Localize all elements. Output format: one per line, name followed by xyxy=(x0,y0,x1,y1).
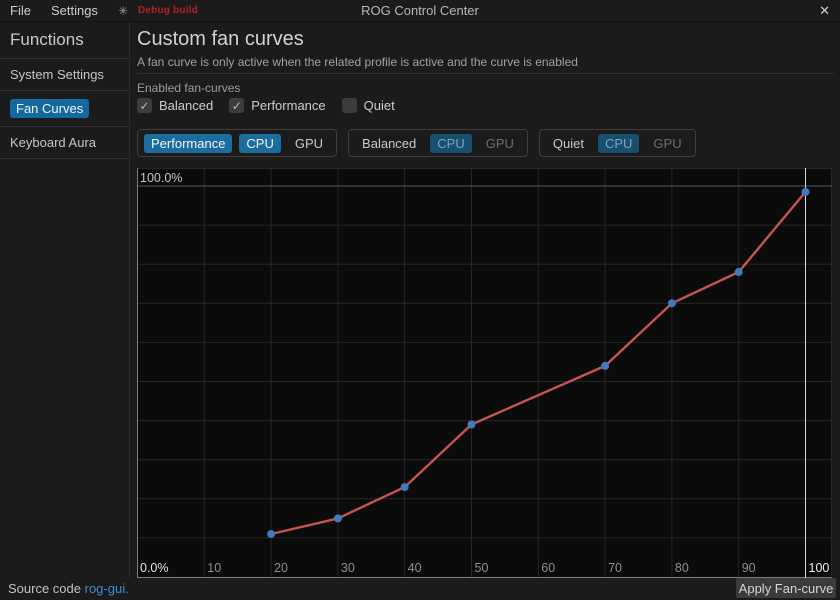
svg-text:70: 70 xyxy=(608,561,622,575)
svg-text:40: 40 xyxy=(408,561,422,575)
curve-point[interactable] xyxy=(401,483,409,491)
fan-curve-tab-row: Performance CPU GPU Balanced CPU GPU Qui… xyxy=(137,129,696,157)
checkbox-checked-icon: ✓ xyxy=(229,98,244,113)
menu-settings[interactable]: Settings xyxy=(41,1,108,20)
curve-point[interactable] xyxy=(468,421,476,429)
profile-tab-performance[interactable]: Performance xyxy=(144,134,232,153)
divider xyxy=(0,158,129,159)
svg-text:100.0%: 100.0% xyxy=(140,171,182,185)
fan-tab-quiet-gpu[interactable]: GPU xyxy=(646,134,688,153)
fan-group-quiet: Quiet CPU GPU xyxy=(539,129,696,157)
fan-curve-chart-svg: 10 20 30 40 50 60 70 80 90 100 100.0% 0.0% xyxy=(137,168,832,578)
fan-tab-balanced-gpu[interactable]: GPU xyxy=(479,134,521,153)
sidebar-header: Functions xyxy=(8,28,121,58)
debug-build-badge: Debug build xyxy=(138,5,198,16)
checkbox-unchecked-icon xyxy=(342,98,357,113)
sidebar: Functions System Settings Fan Curves Key… xyxy=(0,22,130,578)
fan-tab-balanced-cpu[interactable]: CPU xyxy=(430,134,471,153)
sidebar-item-fan-curves[interactable]: Fan Curves xyxy=(8,91,121,126)
sun-icon[interactable]: ✳ xyxy=(108,4,138,18)
fan-tab-quiet-cpu[interactable]: CPU xyxy=(598,134,639,153)
fan-curve-chart[interactable]: 10 20 30 40 50 60 70 80 90 100 100.0% 0.0% xyxy=(137,168,832,578)
fan-group-balanced: Balanced CPU GPU xyxy=(348,129,528,157)
curve-point[interactable] xyxy=(334,514,342,522)
checkbox-performance[interactable]: ✓ Performance xyxy=(229,98,325,113)
curve-point[interactable] xyxy=(802,188,810,196)
profile-tab-quiet[interactable]: Quiet xyxy=(546,134,591,153)
close-icon[interactable]: ✕ xyxy=(819,3,830,19)
enabled-checkbox-row: ✓ Balanced ✓ Performance Quiet xyxy=(137,98,395,113)
curve-point[interactable] xyxy=(735,268,743,276)
svg-text:0.0%: 0.0% xyxy=(140,561,169,575)
checkbox-label: Performance xyxy=(251,98,325,113)
profile-tab-balanced[interactable]: Balanced xyxy=(355,134,423,153)
svg-text:100: 100 xyxy=(809,561,830,575)
sidebar-item-system-settings[interactable]: System Settings xyxy=(8,59,121,90)
curve-point[interactable] xyxy=(267,530,275,538)
source-code-text: Source code rog-gui. xyxy=(8,581,129,596)
curve-point[interactable] xyxy=(601,362,609,370)
enabled-fan-curves-label: Enabled fan-curves xyxy=(137,81,240,95)
menu-file[interactable]: File xyxy=(0,1,41,20)
rog-control-center-window: { "titlebar": { "menu_file": "File", "me… xyxy=(0,0,840,600)
apply-fan-curve-button[interactable]: Apply Fan-curve xyxy=(736,578,836,598)
checkbox-label: Balanced xyxy=(159,98,213,113)
svg-text:20: 20 xyxy=(274,561,288,575)
page-subtitle: A fan curve is only active when the rela… xyxy=(137,55,578,69)
fan-tab-performance-gpu[interactable]: GPU xyxy=(288,134,330,153)
divider xyxy=(137,73,834,74)
checkbox-quiet[interactable]: Quiet xyxy=(342,98,395,113)
svg-text:10: 10 xyxy=(207,561,221,575)
rog-gui-link[interactable]: rog-gui. xyxy=(85,581,129,596)
svg-text:30: 30 xyxy=(341,561,355,575)
fan-tab-performance-cpu[interactable]: CPU xyxy=(239,134,280,153)
checkbox-balanced[interactable]: ✓ Balanced xyxy=(137,98,213,113)
statusbar: Source code rog-gui. Apply Fan-curve xyxy=(0,578,840,600)
checkbox-checked-icon: ✓ xyxy=(137,98,152,113)
page-title: Custom fan curves xyxy=(137,28,304,51)
svg-text:90: 90 xyxy=(742,561,756,575)
curve-point[interactable] xyxy=(668,299,676,307)
svg-text:50: 50 xyxy=(475,561,489,575)
svg-text:80: 80 xyxy=(675,561,689,575)
sidebar-item-keyboard-aura[interactable]: Keyboard Aura xyxy=(8,127,121,158)
checkbox-label: Quiet xyxy=(364,98,395,113)
svg-text:60: 60 xyxy=(541,561,555,575)
titlebar: File Settings ✳ Debug build ROG Control … xyxy=(0,0,840,22)
fan-group-performance: Performance CPU GPU xyxy=(137,129,337,157)
